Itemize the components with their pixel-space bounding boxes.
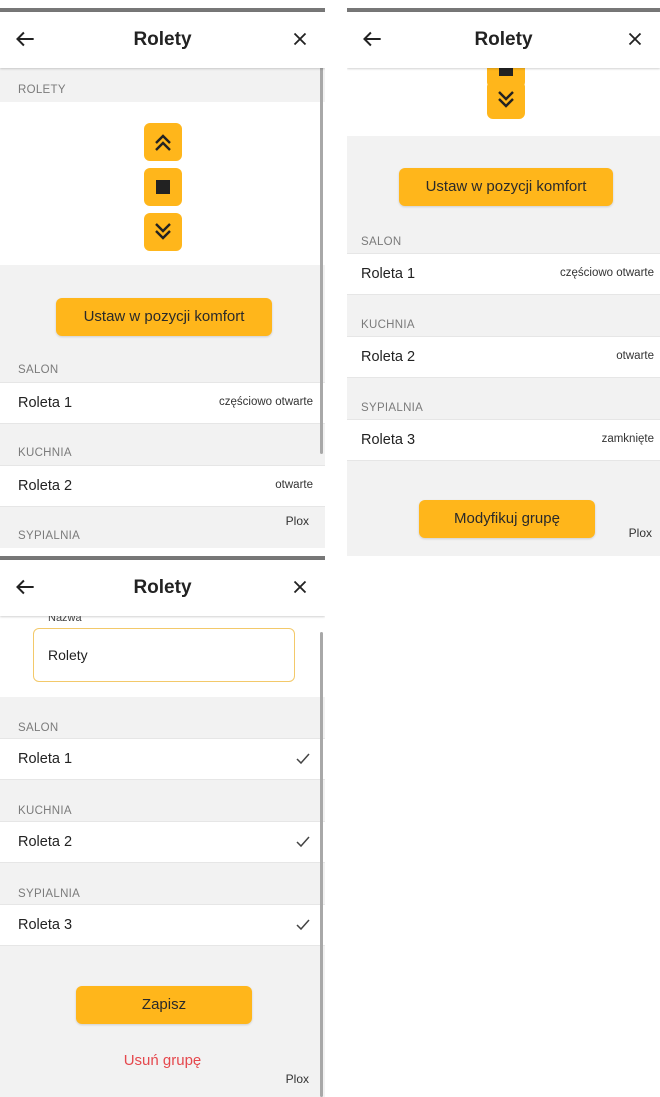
control-card [0,102,325,265]
item-name: Roleta 1 [361,266,416,282]
close-icon[interactable] [289,28,311,50]
stop-button[interactable] [144,168,182,206]
list-item-roleta-3[interactable]: Roleta 3 [0,904,325,946]
section-header-salon: SALON [18,722,59,734]
list-item-roleta-1[interactable]: Roleta 1 częściowo otwarte [347,253,660,295]
comfort-position-button[interactable]: Ustaw w pozycji komfort [399,168,613,206]
delete-group-link[interactable]: Usuń grupę [0,1052,325,1069]
section-header-kuchnia: KUCHNIA [361,319,415,331]
section-header-sypialnia: SYPIALNIA [361,402,424,414]
double-chevron-down-icon [155,223,171,240]
screen-rolety-controls: Rolety ROLETY Ustaw w pozycji komfort SA… [0,8,325,548]
list-item-roleta-2[interactable]: Roleta 2 otwarte [347,336,660,378]
double-chevron-down-icon [498,91,514,108]
section-header-kuchnia: KUCHNIA [18,447,72,459]
down-button[interactable] [487,81,525,119]
page-title: Rolety [474,29,533,50]
item-name: Roleta 2 [361,349,416,365]
item-status: otwarte [275,479,313,491]
down-button[interactable] [144,213,182,251]
list-item-roleta-2[interactable]: Roleta 2 otwarte [0,465,325,507]
section-header-sypialnia: SYPIALNIA [18,888,81,900]
list-item-roleta-1[interactable]: Roleta 1 [0,738,325,780]
checkmark-icon [296,753,310,765]
header: Rolety [0,560,325,616]
list-item-roleta-2[interactable]: Roleta 2 [0,821,325,863]
item-name: Roleta 1 [18,395,73,411]
header: Rolety [347,12,660,68]
page-title: Rolety [133,577,192,598]
item-name: Roleta 3 [18,917,73,933]
page-title: Rolety [133,29,192,50]
item-status: otwarte [616,350,654,362]
list-item-roleta-1[interactable]: Roleta 1 częściowo otwarte [0,382,325,424]
section-header-sypialnia: SYPIALNIA [18,530,81,542]
name-input[interactable]: Rolety [33,628,295,682]
comfort-position-button[interactable]: Ustaw w pozycji komfort [56,298,272,336]
scrollbar[interactable] [320,632,323,1097]
checkmark-icon [296,836,310,848]
footer-brand: Plox [628,526,652,540]
item-name: Roleta 3 [361,432,416,448]
checkmark-icon [296,919,310,931]
section-header-salon: SALON [18,364,59,376]
item-name: Roleta 2 [18,478,73,494]
name-input-value: Rolety [48,647,88,663]
stop-icon [156,180,170,194]
item-status: częściowo otwarte [560,267,654,279]
close-icon[interactable] [289,576,311,598]
section-header-kuchnia: KUCHNIA [18,805,72,817]
screen-rolety-scrolled: Rolety Ustaw w pozycji komfort SALON Rol… [347,8,660,556]
footer-brand: Plox [285,1072,309,1086]
section-header-salon: SALON [361,236,402,248]
up-button[interactable] [144,123,182,161]
double-chevron-up-icon [155,134,171,151]
header: Rolety [0,12,325,68]
modify-group-button[interactable]: Modyfikuj grupę [419,500,595,538]
section-header-rolety: ROLETY [18,84,66,96]
footer-brand: Plox [285,514,309,528]
item-name: Roleta 1 [18,751,73,767]
screen-edit-group: Rolety Nazwa Rolety SALON Roleta 1 KUCHN… [0,556,325,1097]
control-card [347,50,660,136]
close-icon[interactable] [624,28,646,50]
list-item-roleta-3[interactable]: Roleta 3 zamknięte [347,419,660,461]
item-name: Roleta 2 [18,834,73,850]
item-status: częściowo otwarte [219,396,313,408]
item-status: zamknięte [601,433,654,445]
save-button[interactable]: Zapisz [76,986,252,1024]
name-card: Nazwa Rolety [0,612,325,697]
scrollbar[interactable] [320,66,323,454]
